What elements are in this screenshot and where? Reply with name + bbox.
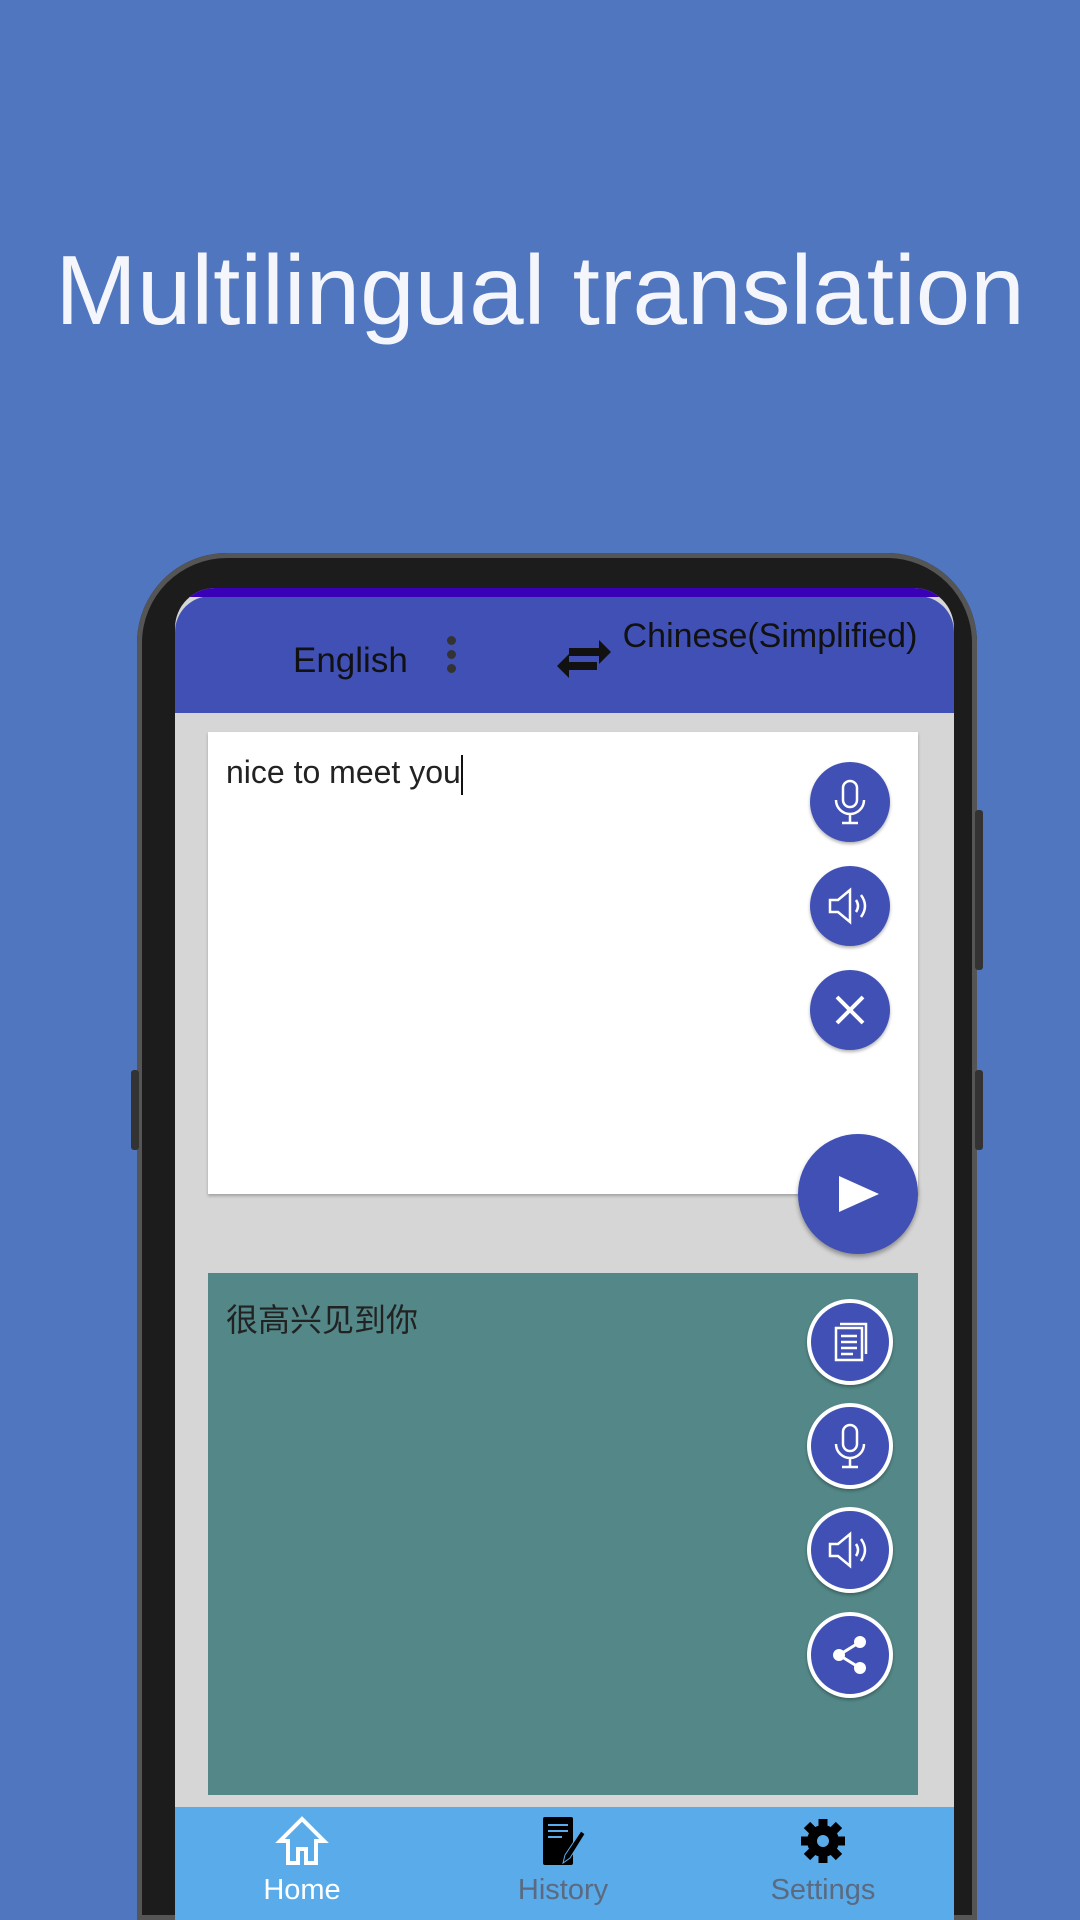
copy-button[interactable] [807, 1299, 893, 1385]
speaker-button[interactable] [810, 866, 890, 946]
clear-button[interactable] [810, 970, 890, 1050]
nav-home[interactable]: Home [222, 1815, 382, 1907]
swap-languages-icon[interactable] [555, 636, 611, 691]
phone-side-button [131, 1070, 139, 1150]
gear-icon [801, 1819, 845, 1863]
language-bar: English Chinese(Simplified) [175, 596, 954, 713]
bottom-navigation: Home History Settings [175, 1807, 954, 1920]
translate-send-button[interactable] [798, 1134, 918, 1254]
app-screen: English Chinese(Simplified) nice to meet… [175, 588, 954, 1920]
output-speaker-button[interactable] [807, 1507, 893, 1593]
nav-settings[interactable]: Settings [743, 1815, 903, 1907]
translation-text: 很高兴见到你 [226, 1302, 419, 1338]
status-strip [175, 588, 954, 597]
input-text-field[interactable]: nice to meet you [226, 754, 463, 795]
phone-side-button [975, 1070, 983, 1150]
history-icon [543, 1817, 586, 1865]
more-options-icon[interactable] [447, 636, 457, 678]
share-button[interactable] [807, 1612, 893, 1698]
phone-side-button [975, 810, 983, 970]
nav-history[interactable]: History [483, 1815, 643, 1907]
output-microphone-button[interactable] [807, 1403, 893, 1489]
banner-title: Multilingual translation [55, 235, 1025, 345]
microphone-button[interactable] [810, 762, 890, 842]
source-language-selector[interactable]: English [293, 641, 408, 681]
home-icon [275, 1816, 329, 1865]
target-language-selector[interactable]: Chinese(Simplified) [620, 616, 920, 656]
